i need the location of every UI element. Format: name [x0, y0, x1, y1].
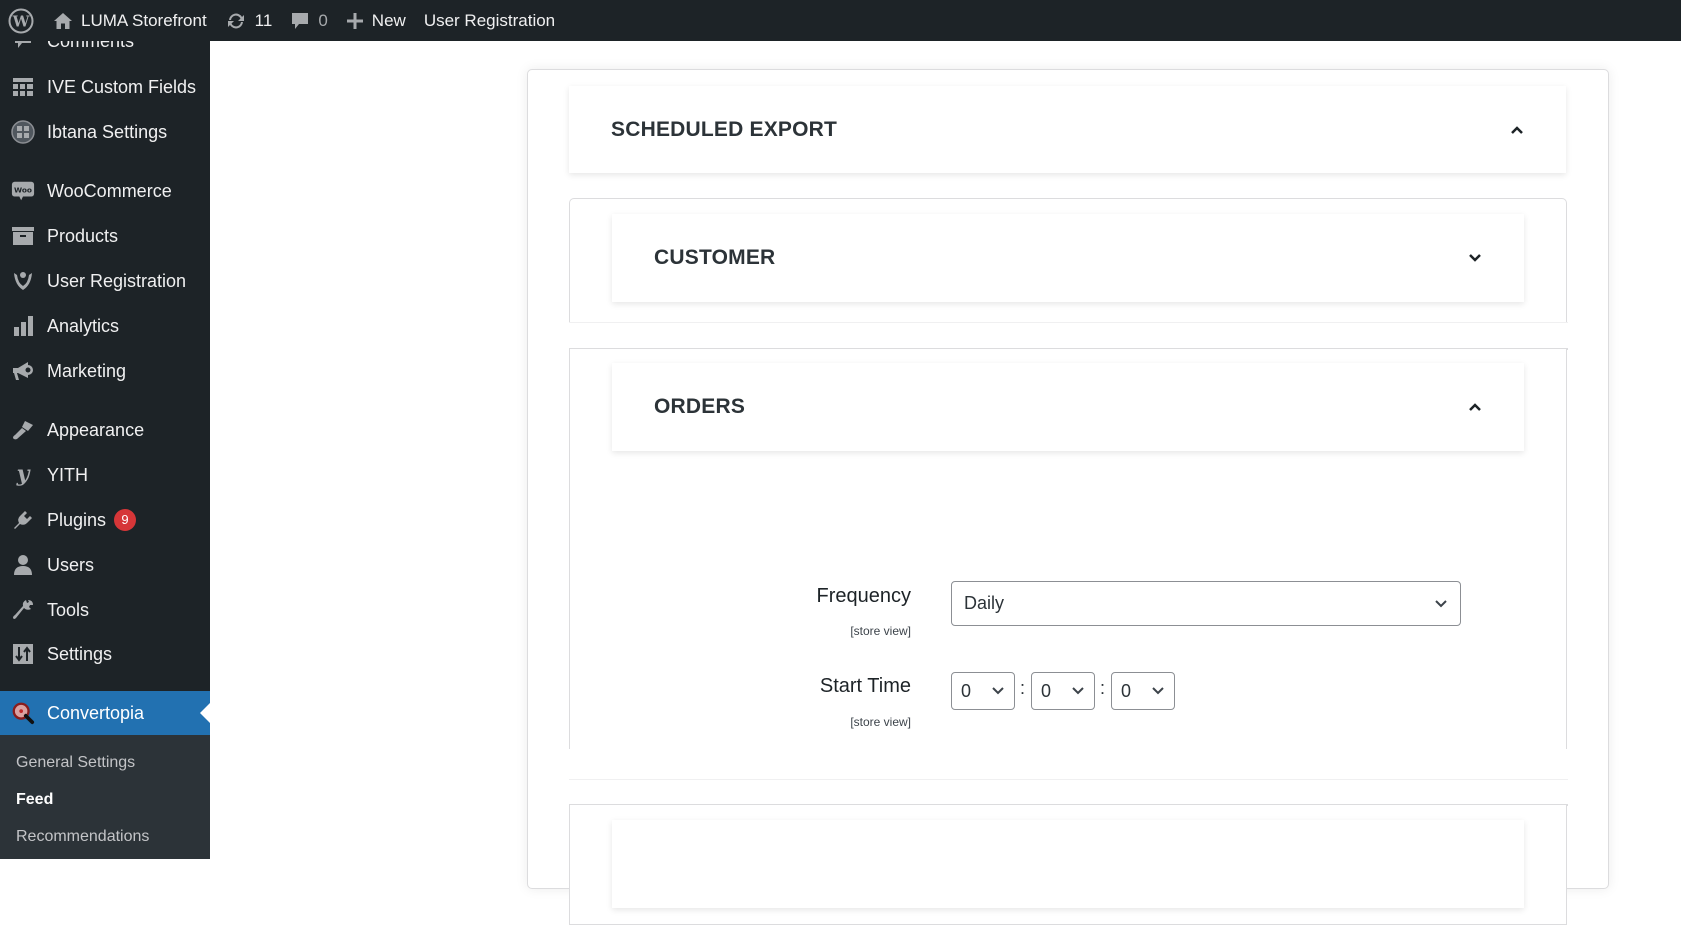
orders-title: ORDERS	[654, 395, 746, 418]
sidebar-item-ibtana-settings[interactable]: Ibtana Settings	[0, 110, 210, 154]
chevron-down-icon	[1435, 599, 1447, 607]
archive-box-icon	[11, 224, 35, 248]
admin-bar: W LUMA Storefront 11 0 New User Registra…	[0, 0, 1681, 41]
grid-fields-icon	[11, 75, 35, 99]
submenu-general-settings[interactable]: General Settings	[16, 754, 135, 772]
time-separator: :	[1100, 678, 1106, 698]
paintbrush-icon	[11, 418, 35, 442]
plus-icon	[346, 12, 364, 30]
chevron-down-icon	[992, 687, 1004, 695]
scheduled-export-header[interactable]: SCHEDULED EXPORT	[569, 86, 1566, 173]
new-content-link[interactable]: New	[337, 0, 415, 41]
submenu-recommendations[interactable]: Recommendations	[16, 828, 149, 846]
comment-icon	[11, 41, 35, 53]
start-minute-select[interactable]: 0	[1031, 672, 1095, 710]
sidebar-item-plugins[interactable]: Plugins 9	[0, 498, 210, 542]
sidebar-item-analytics[interactable]: Analytics	[0, 304, 210, 348]
start-second-select[interactable]: 0	[1111, 672, 1175, 710]
wordpress-icon: W	[8, 8, 34, 33]
sidebar-item-appearance[interactable]: Appearance	[0, 408, 210, 452]
frequency-scope: [store view]	[850, 624, 911, 638]
convertopia-submenu: General Settings Feed Recommendations	[0, 735, 210, 859]
next-section-header[interactable]	[612, 820, 1524, 908]
wordpress-logo-button[interactable]: W	[0, 0, 44, 41]
sidebar-item-yith[interactable]: y YITH	[0, 453, 210, 497]
updates-link[interactable]: 11	[216, 0, 282, 41]
next-panel	[569, 805, 1567, 925]
megaphone-icon	[11, 359, 35, 383]
feed-settings-card: SCHEDULED EXPORT CUSTOMER ORDERS Frequen…	[527, 69, 1609, 925]
site-name-link[interactable]: LUMA Storefront	[44, 0, 216, 41]
sidebar-item-products[interactable]: Products	[0, 214, 210, 258]
frequency-label: Frequency	[816, 585, 912, 607]
home-icon	[53, 12, 73, 30]
plugins-update-badge: 9	[114, 509, 137, 531]
chevron-down-icon[interactable]	[1468, 253, 1482, 263]
refresh-icon	[225, 11, 247, 31]
yith-icon: y	[11, 463, 35, 487]
start-hour-select[interactable]: 0	[951, 672, 1015, 710]
sidebar-item-users[interactable]: Users	[0, 543, 210, 587]
sidebar-item-marketing[interactable]: Marketing	[0, 349, 210, 393]
sidebar-item-tools[interactable]: Tools	[0, 588, 210, 632]
orders-panel: ORDERS Frequency [store view] Daily Star…	[569, 349, 1567, 749]
section-divider	[569, 322, 1568, 350]
admin-sidebar: Comments IVE Custom Fields Ibtana Settin…	[0, 41, 210, 859]
sidebar-item-ive-custom-fields[interactable]: IVE Custom Fields	[0, 65, 210, 109]
orders-header[interactable]: ORDERS	[612, 363, 1524, 451]
svg-text:W: W	[12, 12, 31, 30]
customer-header[interactable]: CUSTOMER	[612, 214, 1524, 302]
start-time-scope: [store view]	[850, 715, 911, 729]
sidebar-item-user-registration[interactable]: User Registration	[0, 259, 210, 303]
bar-chart-icon	[11, 314, 35, 338]
chevron-down-icon	[1152, 687, 1164, 695]
sidebar-item-convertopia[interactable]: Convertopia	[0, 691, 210, 735]
customer-title: CUSTOMER	[654, 246, 776, 269]
frequency-select[interactable]: Daily	[951, 581, 1461, 626]
ibtana-icon	[11, 120, 35, 144]
chevron-down-icon	[1072, 687, 1084, 695]
user-icon	[11, 553, 35, 577]
sidebar-item-woocommerce[interactable]: Woo WooCommerce	[0, 169, 210, 213]
user-registration-icon	[11, 269, 35, 293]
submenu-feed[interactable]: Feed	[16, 791, 53, 809]
woo-icon: Woo	[11, 179, 35, 203]
sliders-icon	[11, 642, 35, 666]
plug-icon	[11, 508, 35, 532]
customer-panel: CUSTOMER	[569, 198, 1567, 323]
section-divider	[569, 779, 1568, 806]
comment-bubble-icon	[290, 11, 310, 31]
chevron-up-icon[interactable]	[1510, 125, 1524, 135]
start-time-label: Start Time	[819, 675, 911, 697]
svg-text:y: y	[16, 463, 32, 487]
user-registration-link[interactable]: User Registration	[415, 0, 564, 41]
sidebar-item-comments[interactable]: Comments	[0, 41, 210, 63]
comments-link[interactable]: 0	[281, 0, 336, 41]
chevron-up-icon[interactable]	[1468, 402, 1482, 412]
sidebar-item-settings[interactable]: Settings	[0, 632, 210, 676]
convertopia-icon	[11, 701, 35, 725]
svg-text:Woo: Woo	[14, 185, 32, 194]
wrench-icon	[11, 598, 35, 622]
scheduled-export-title: SCHEDULED EXPORT	[611, 117, 838, 141]
time-separator: :	[1020, 678, 1026, 698]
